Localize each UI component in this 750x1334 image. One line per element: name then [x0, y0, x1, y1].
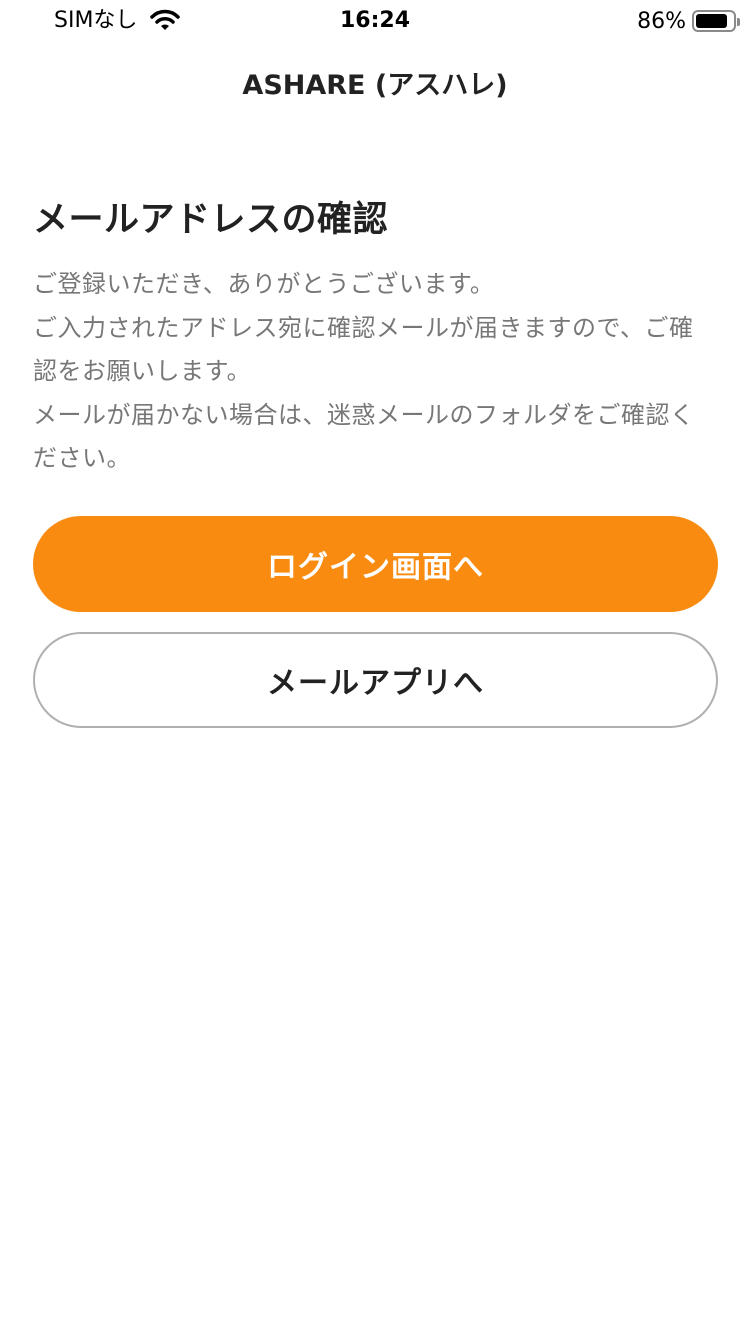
confirmation-content: メールアドレスの確認 ご登録いただき、ありがとうございます。 ご入力されたアドレ…: [33, 195, 717, 481]
battery-icon: [692, 10, 740, 32]
battery-cap: [737, 18, 740, 26]
mail-app-button[interactable]: メールアプリへ: [33, 632, 718, 728]
battery-fill: [696, 14, 727, 28]
screen: SIMなし 16:24 86% ASHARE (アスハレ) メールアドレスの確認…: [0, 0, 750, 1334]
status-bar: SIMなし 16:24 86%: [0, 0, 750, 40]
confirmation-message: ご登録いただき、ありがとうございます。 ご入力されたアドレス宛に確認メールが届き…: [33, 270, 695, 472]
nav-title: ASHARE (アスハレ): [242, 70, 508, 101]
page-title: メールアドレスの確認: [33, 200, 389, 240]
battery-percent: 86%: [637, 8, 686, 34]
login-screen-button[interactable]: ログイン画面へ: [33, 516, 718, 612]
battery-status: 86%: [637, 6, 740, 36]
